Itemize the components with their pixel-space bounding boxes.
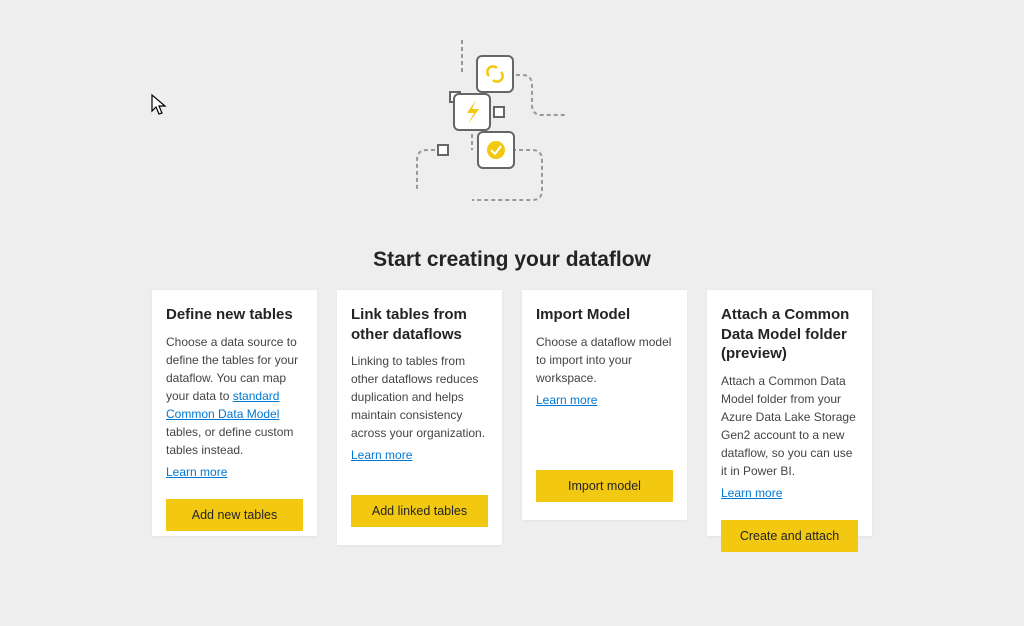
card-description: Linking to tables from other dataflows r… — [351, 352, 488, 442]
learn-more-link[interactable]: Learn more — [351, 448, 412, 462]
card-title: Import Model — [536, 305, 673, 325]
card-title: Attach a Common Data Model folder (previ… — [721, 305, 858, 364]
card-define-new-tables: Define new tables Choose a data source t… — [152, 290, 317, 536]
card-description: Choose a data source to define the table… — [166, 333, 303, 459]
create-and-attach-button[interactable]: Create and attach — [721, 520, 858, 552]
card-description: Attach a Common Data Model folder from y… — [721, 372, 858, 480]
desc-suffix: tables, or define custom tables instead. — [166, 425, 293, 457]
learn-more-link[interactable]: Learn more — [721, 486, 782, 500]
learn-more-link[interactable]: Learn more — [166, 465, 227, 479]
cards-container: Define new tables Choose a data source t… — [152, 290, 872, 545]
add-new-tables-button[interactable]: Add new tables — [166, 499, 303, 531]
import-model-button[interactable]: Import model — [536, 470, 673, 502]
card-title: Define new tables — [166, 305, 303, 325]
card-attach-cdm-folder: Attach a Common Data Model folder (previ… — [707, 290, 872, 536]
card-link-tables: Link tables from other dataflows Linking… — [337, 290, 502, 545]
cursor-icon — [150, 93, 170, 122]
card-title: Link tables from other dataflows — [351, 305, 488, 344]
card-import-model: Import Model Choose a dataflow model to … — [522, 290, 687, 520]
learn-more-link[interactable]: Learn more — [536, 393, 597, 407]
add-linked-tables-button[interactable]: Add linked tables — [351, 495, 488, 527]
card-description: Choose a dataflow model to import into y… — [536, 333, 673, 387]
page-title: Start creating your dataflow — [0, 248, 1024, 272]
dataflow-illustration — [412, 30, 612, 210]
